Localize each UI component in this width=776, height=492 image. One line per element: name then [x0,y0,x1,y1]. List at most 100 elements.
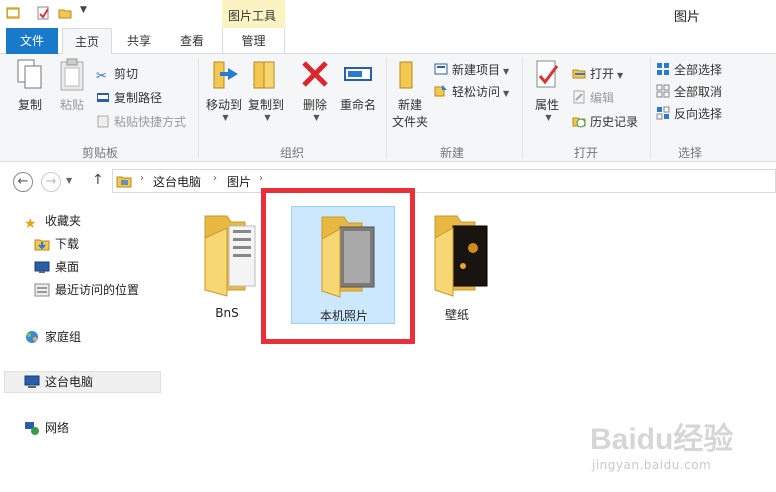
scissors-icon: ✂ [96,69,107,84]
cut-button[interactable]: ✂ 剪切 [96,64,138,84]
breadcrumb-pictures[interactable]: 图片 [227,173,251,190]
edit-icon [573,90,585,104]
invert-selection-label: 反向选择 [674,107,723,121]
nav-item-downloads[interactable]: 下载 [34,233,79,255]
annotation-highlight-box [261,188,415,344]
copy-to-button[interactable]: 复制到 ▼ [246,58,286,122]
delete-label: 删除 [302,98,327,112]
watermark-subtext: jingyan.baidu.com [592,458,712,472]
clipboard-group-label: 剪贴板 [81,146,118,160]
folder-name: 壁纸 [444,308,469,322]
edit-button[interactable]: 编辑 [572,88,614,108]
select-group-label: 选择 [677,146,702,160]
tab-file[interactable]: 文件 [6,28,58,54]
nav-downloads-label: 下载 [55,237,80,251]
copy-button[interactable]: 复制 [12,58,48,113]
computer-icon [24,375,40,388]
copy-path-icon [97,93,109,102]
history-label: 历史记录 [590,115,639,129]
new-item-icon [434,63,448,75]
address-bar[interactable]: › 这台电脑 › 图片 › [112,169,776,193]
watermark-text: Baidu经验 [590,423,734,456]
folder-item-wallpaper[interactable]: 壁纸 [405,206,509,324]
picture-tools-context-group: 图片工具 [222,0,285,30]
copy-path-label: 复制路径 [114,91,163,105]
properties-label: 属性 [534,98,559,112]
star-icon: ★ [24,216,37,232]
open-label: 打开 [590,67,615,81]
select-all-label: 全部选择 [674,63,723,77]
invert-selection-button[interactable]: 反向选择 [656,104,722,124]
rename-label: 重命名 [339,98,376,112]
back-button[interactable]: ← [13,172,33,192]
nav-item-this-pc[interactable]: 这台电脑 [24,371,93,393]
nav-item-homegroup[interactable]: 家庭组 [24,326,81,348]
window-icon [6,7,20,19]
edit-label: 编辑 [590,91,615,105]
properties-button[interactable]: 属性 ▼ [530,58,564,122]
select-none-icon [656,84,670,98]
select-all-icon [657,63,669,75]
forward-button[interactable]: → [41,172,61,192]
dropdown-caret-icon: ▼ [313,113,320,122]
properties-icon[interactable] [36,6,50,20]
copy-to-label: 复制到 [247,98,284,112]
delete-button[interactable]: 删除 ▼ [298,58,332,122]
easy-access-button[interactable]: 轻松访问 ▼ [434,82,509,102]
qat-dropdown-icon[interactable]: ▼ [80,5,87,15]
tab-view[interactable]: 查看 [166,28,218,54]
recent-locations-chevron-icon[interactable]: ▼ [66,176,72,185]
tab-home[interactable]: 主页 [62,28,112,55]
downloads-icon [34,239,50,251]
navigation-pane: ★ 收藏夹 下载 桌面 最近访问的位置 家庭组 这台电脑 网络 [0,200,165,492]
paste-shortcut-button[interactable]: 粘贴快捷方式 [96,112,186,132]
new-folder-icon[interactable] [58,6,72,20]
nav-item-favorites[interactable]: ★ 收藏夹 [24,210,81,232]
paste-shortcut-icon [97,115,109,128]
breadcrumb-separator-icon[interactable]: › [259,173,263,184]
new-folder-icon [399,61,413,89]
breadcrumb-separator-icon[interactable]: › [213,173,217,184]
new-folder-button[interactable]: 新建 文件夹 [390,58,430,130]
select-none-label: 全部取消 [674,85,723,99]
recent-places-icon [34,283,50,297]
nav-item-network[interactable]: 网络 [24,417,69,439]
dropdown-caret-icon: ▼ [617,71,624,80]
open-folder-icon [572,69,586,79]
new-group-label: 新建 [439,146,464,160]
copy-to-icon [253,61,275,89]
breadcrumb-separator-icon[interactable]: › [140,173,144,184]
nav-network-label: 网络 [45,421,70,435]
dropdown-caret-icon: ▼ [503,67,510,76]
breadcrumb-this-pc[interactable]: 这台电脑 [153,173,201,190]
open-group-label: 打开 [573,146,598,160]
move-to-button[interactable]: 移动到 ▼ [204,58,244,122]
select-all-button[interactable]: 全部选择 [656,60,722,80]
new-item-button[interactable]: 新建项目 ▼ [434,60,509,80]
ribbon-tab-bar: 文件 主页 共享 查看 管理 [0,28,776,55]
folder-with-wallpapers-icon [434,215,488,297]
nav-item-desktop[interactable]: 桌面 [34,256,79,278]
rename-button[interactable]: 重命名 [336,58,380,113]
copy-path-button[interactable]: 复制路径 [96,88,162,108]
easy-access-label: 轻松访问 [452,85,501,99]
nav-item-recent[interactable]: 最近访问的位置 [34,279,139,301]
move-to-icon [213,61,238,89]
history-button[interactable]: 历史记录 [572,112,638,132]
tab-share[interactable]: 共享 [114,28,164,54]
up-arrow-icon[interactable]: ↑ [92,172,104,188]
group-divider [386,58,387,158]
open-button[interactable]: 打开 ▼ [572,64,623,84]
nav-desktop-label: 桌面 [55,260,80,274]
invert-selection-icon [656,106,670,120]
paste-label: 粘贴 [59,98,84,112]
copy-icon [17,59,42,89]
nav-homegroup-label: 家庭组 [45,330,82,344]
paste-button[interactable]: 粘贴 [54,58,90,113]
select-none-button[interactable]: 全部取消 [656,82,722,102]
properties-icon [536,60,559,88]
tab-manage[interactable]: 管理 [222,28,285,54]
group-divider [522,58,523,158]
desktop-icon [34,261,50,273]
nav-recent-label: 最近访问的位置 [55,283,140,297]
